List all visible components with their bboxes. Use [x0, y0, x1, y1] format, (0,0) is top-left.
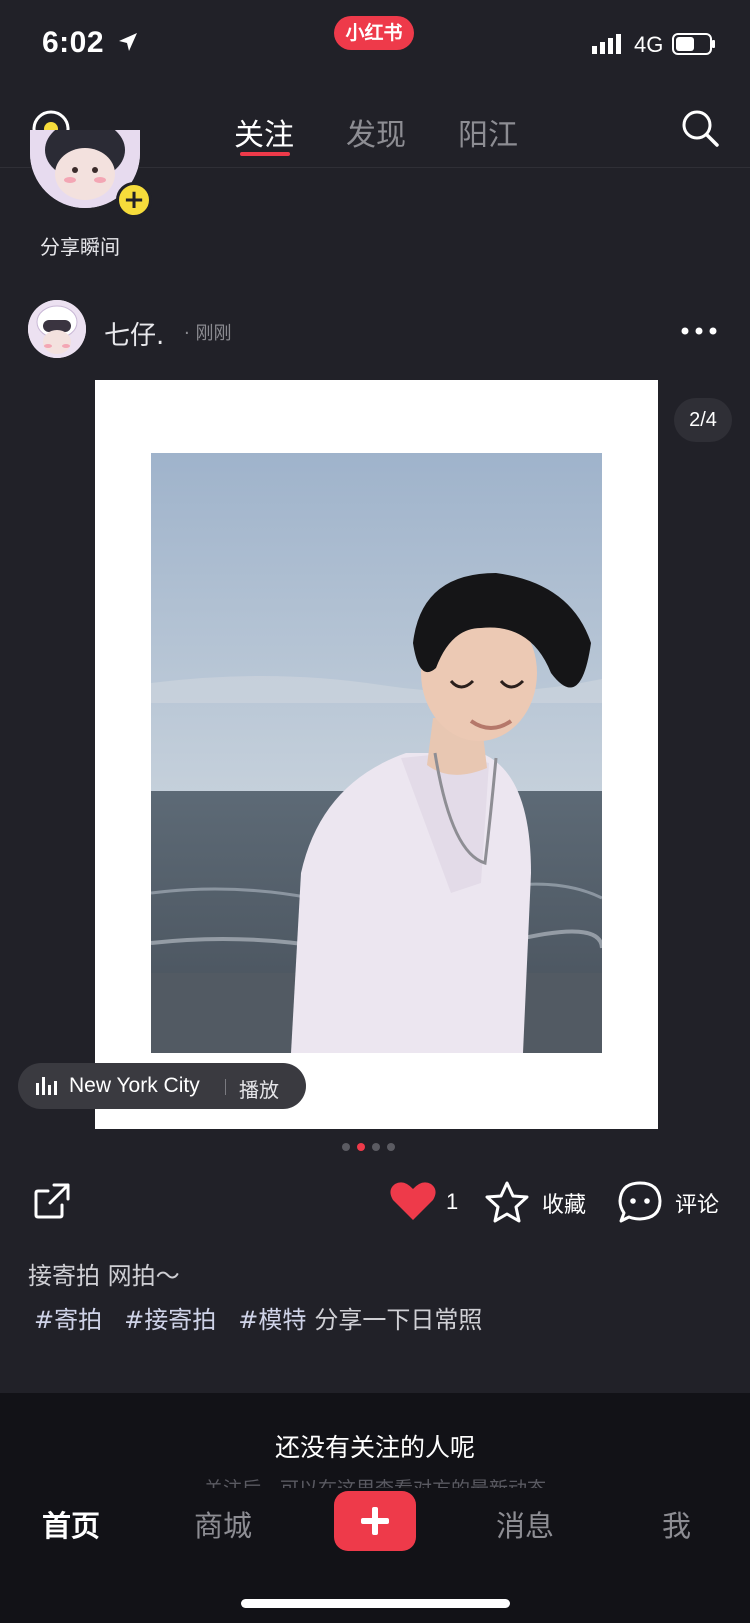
carousel-dot — [387, 1143, 395, 1151]
plus-icon — [361, 1507, 389, 1535]
more-options-icon[interactable] — [680, 326, 718, 336]
comment-icon[interactable] — [617, 1180, 663, 1224]
music-play-button[interactable]: 播放 — [239, 1074, 279, 1103]
audio-bars-icon — [36, 1077, 57, 1095]
carousel-dot — [342, 1143, 350, 1151]
hashtag[interactable]: #接寄拍 — [124, 1306, 216, 1334]
active-tab-indicator — [240, 152, 290, 156]
story-label: 分享瞬间 — [40, 235, 120, 259]
nav-me[interactable]: 我 — [662, 1503, 691, 1545]
music-title[interactable]: New York City — [69, 1074, 200, 1098]
collect-label[interactable]: 收藏 — [542, 1187, 586, 1219]
page-counter: 2/4 — [674, 398, 732, 442]
tags-line: #寄拍 #接寄拍 #模特 分享一下日常照 — [34, 1300, 482, 1335]
carousel-dot — [372, 1143, 380, 1151]
signal-icon — [592, 34, 621, 54]
nav-home[interactable]: 首页 — [42, 1503, 100, 1545]
post-caption: 接寄拍 网拍～ — [28, 1262, 180, 1290]
tab-local[interactable]: 阳江 — [458, 110, 518, 154]
app-logo-badge: 小红书 — [334, 16, 414, 50]
publish-button[interactable] — [334, 1491, 416, 1551]
tab-discover[interactable]: 发现 — [346, 110, 406, 154]
star-icon[interactable] — [484, 1180, 530, 1224]
hashtag[interactable]: #寄拍 — [34, 1306, 102, 1334]
share-icon[interactable] — [32, 1181, 72, 1221]
nav-messages[interactable]: 消息 — [496, 1503, 554, 1545]
location-arrow-icon — [119, 33, 137, 51]
avatar-illustration-icon — [28, 300, 86, 358]
post-time: · 刚刚 — [184, 323, 232, 344]
home-indicator — [241, 1599, 510, 1608]
heart-icon[interactable] — [389, 1180, 437, 1222]
battery-icon — [672, 33, 715, 55]
nav-shop[interactable]: 商城 — [194, 1503, 252, 1545]
music-divider — [225, 1079, 226, 1095]
photo-beach-portrait-icon — [151, 453, 602, 1053]
tab-follow[interactable]: 关注 — [234, 110, 294, 154]
carousel-dot — [357, 1143, 365, 1151]
like-count: 1 — [446, 1189, 459, 1214]
post-photo[interactable] — [151, 453, 602, 1053]
caption-suffix: 分享一下日常照 — [314, 1306, 483, 1334]
status-time: 6:02 — [42, 26, 105, 59]
comment-label[interactable]: 评论 — [675, 1187, 719, 1219]
hashtag[interactable]: #模特 — [238, 1306, 306, 1334]
network-type: 4G — [634, 32, 664, 57]
empty-state-title: 还没有关注的人呢 — [274, 1433, 475, 1462]
add-story-button[interactable]: + — [116, 182, 152, 218]
search-icon[interactable] — [680, 108, 720, 148]
author-avatar[interactable] — [28, 300, 86, 358]
author-name[interactable]: 七仔. — [104, 315, 164, 352]
